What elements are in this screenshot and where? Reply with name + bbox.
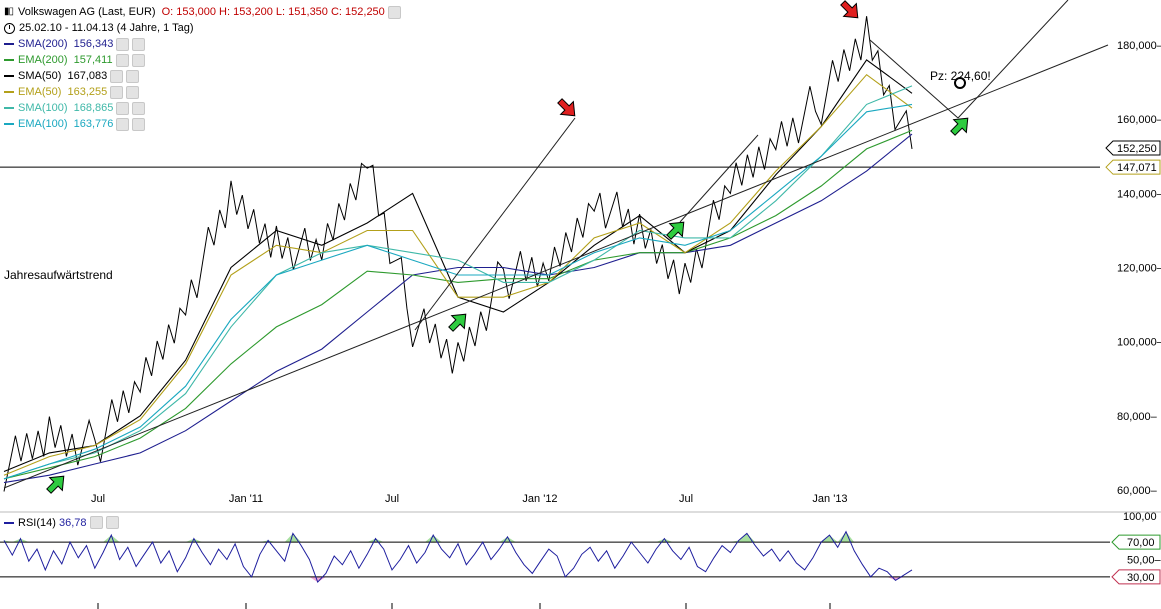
legend-value: 156,343	[67, 38, 114, 50]
period-label: 25.02.10 - 11.04.13 (4 Jahre, 1 Tag)	[19, 22, 194, 34]
down-arrow-icon-shape	[557, 98, 576, 117]
legend-value: 163,255	[61, 86, 108, 98]
y-tick-label: 100,000–	[1117, 337, 1161, 349]
chart-title-row: ▮▯ Volkswagen AG (Last, EUR) O: 153,000 …	[4, 4, 401, 20]
rsi-value: 36,78	[58, 516, 87, 529]
legend-swatch	[4, 91, 14, 93]
legend-close-icon[interactable]	[126, 69, 140, 83]
x-tick-label: Jul	[91, 493, 105, 505]
x-tick-label: Jul	[679, 493, 693, 505]
last-price-tag: 152,250	[1105, 140, 1161, 156]
rsi-label: RSI(14)	[18, 516, 56, 529]
candlestick-icon: ▮▯	[4, 6, 14, 17]
support-price-tag-text: 147,071	[1117, 162, 1157, 174]
y-tick-label: 180,000–	[1117, 40, 1161, 52]
legend-row: SMA(100) 168,865	[4, 100, 401, 116]
legend-swatch	[4, 59, 14, 61]
up-arrow-icon	[666, 221, 685, 240]
x-tick-label: Jan '11	[229, 493, 263, 505]
legend-settings-icon[interactable]	[116, 101, 130, 115]
down-arrow-icon	[557, 98, 576, 117]
ohlc-values: O: 153,000 H: 153,200 L: 151,350 C: 152,…	[161, 6, 385, 18]
rsi-lower-tag-text: 30,00	[1127, 572, 1155, 584]
up-arrow-icon	[448, 313, 467, 332]
trend-line-short	[414, 117, 576, 331]
rsi-tick-label: 100,00	[1123, 511, 1157, 523]
down-arrow-icon	[840, 0, 859, 19]
legend-value: 157,411	[67, 54, 113, 66]
legend-row: EMA(200) 157,411	[4, 52, 401, 68]
down-arrow-icon-shape	[840, 0, 859, 19]
rsi-legend: RSI(14) 36,78	[4, 516, 119, 529]
trend-line-rise	[679, 134, 759, 223]
trend-line-target	[957, 0, 1069, 119]
legend-swatch	[4, 43, 14, 45]
trend-label: Jahresaufwärtstrend	[4, 268, 113, 282]
legend-swatch	[4, 107, 14, 109]
legend-close-icon[interactable]	[132, 101, 146, 115]
legend-settings-icon[interactable]	[116, 37, 130, 51]
legend-label: EMA(100)	[18, 118, 68, 130]
legend-label: EMA(50)	[18, 86, 62, 98]
legend-value: 167,083	[61, 70, 108, 82]
legend-panel: ▮▯ Volkswagen AG (Last, EUR) O: 153,000 …	[4, 4, 401, 132]
rsi-close-icon[interactable]	[105, 516, 119, 529]
legend-row: EMA(100) 163,776	[4, 116, 401, 132]
legend-close-icon[interactable]	[132, 117, 146, 131]
up-arrow-icon-shape	[448, 313, 467, 332]
legend-label: EMA(200)	[18, 54, 68, 66]
legend-close-icon[interactable]	[131, 53, 145, 67]
target-circle	[954, 77, 966, 89]
rsi-lower-tag: 30,00	[1111, 569, 1161, 585]
legend-label: SMA(50)	[18, 70, 62, 82]
legend-value: 168,865	[67, 102, 114, 114]
rsi-upper-tag: 70,00	[1111, 534, 1161, 550]
legend-settings-icon[interactable]	[110, 69, 124, 83]
legend-label: SMA(100)	[18, 102, 68, 114]
legend-close-icon[interactable]	[126, 85, 140, 99]
legend-settings-icon[interactable]	[110, 85, 124, 99]
rsi-series	[3, 530, 913, 584]
chart-title: Volkswagen AG (Last, EUR)	[18, 6, 156, 18]
rsi-oversold-fill	[309, 576, 904, 583]
rsi-dash	[4, 521, 14, 524]
rsi-tick-label: 50,00–	[1127, 555, 1161, 567]
up-arrow-icon-shape	[666, 221, 685, 240]
clock-icon	[4, 22, 15, 34]
x-tick-label: Jul	[385, 493, 399, 505]
rsi-panel	[0, 530, 1110, 584]
y-tick-label: 60,000–	[1117, 485, 1158, 497]
legend-row: SMA(50) 167,083	[4, 68, 401, 84]
legend-close-icon[interactable]	[132, 37, 146, 51]
rsi-overbought-fill	[4, 531, 855, 543]
x-tick-label: Jan '13	[812, 493, 847, 505]
y-tick-label: 160,000–	[1117, 114, 1161, 126]
legend-value: 163,776	[67, 118, 114, 130]
period-row: 25.02.10 - 11.04.13 (4 Jahre, 1 Tag)	[4, 20, 401, 36]
legend-row: EMA(50) 163,255	[4, 84, 401, 100]
legend-swatch	[4, 75, 14, 77]
legend-swatch	[4, 123, 14, 125]
support-price-tag: 147,071	[1105, 159, 1161, 175]
y-tick-label: 140,000–	[1117, 188, 1161, 200]
ma-series-ema100	[3, 103, 913, 480]
legend-settings-icon[interactable]	[115, 53, 129, 67]
legend-row: SMA(200) 156,343	[4, 36, 401, 52]
legend-label: SMA(200)	[18, 38, 68, 50]
y-tick-label: 120,000–	[1117, 263, 1161, 275]
legend-settings-icon[interactable]	[116, 117, 130, 131]
settings-icon[interactable]	[387, 5, 401, 19]
rsi-upper-tag-text: 70,00	[1127, 537, 1155, 549]
x-tick-label: Jan '12	[522, 493, 557, 505]
rsi-settings-icon[interactable]	[89, 516, 103, 529]
last-price-tag-text: 152,250	[1117, 143, 1157, 155]
y-tick-label: 80,000–	[1117, 411, 1158, 423]
